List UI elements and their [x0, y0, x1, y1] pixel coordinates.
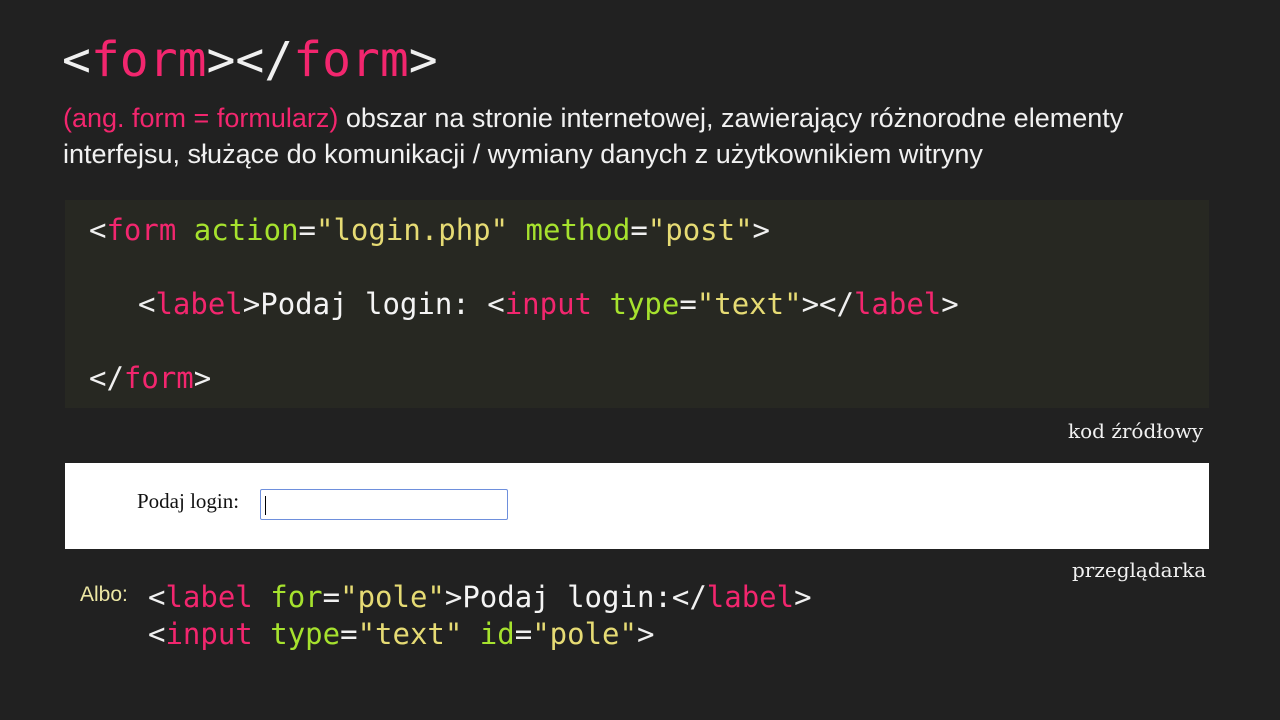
slide: <form></form> (ang. form = formularz) ob… [0, 0, 1280, 720]
code-block: <form action="login.php" method="post"> … [65, 200, 1209, 408]
code-tag-input: input [165, 617, 253, 651]
description-accent: (ang. form = formularz) [63, 103, 339, 133]
alt-code-line-2: <input type="text" id="pole"> [148, 616, 654, 652]
page-title: <form></form> [62, 30, 438, 90]
alt-code-line-1: <label for="pole">Podaj login:</label> [148, 579, 812, 615]
code-token: > [636, 617, 655, 651]
code-token: = [630, 213, 648, 247]
browser-preview: Podaj login: [65, 463, 1209, 549]
code-token: = [514, 617, 533, 651]
code-value-type: "text" [696, 287, 802, 321]
code-value-method: "post" [647, 213, 753, 247]
code-token: < [148, 580, 166, 614]
code-label-text: Podaj login: [462, 580, 672, 614]
code-token: > [941, 287, 959, 321]
code-tag-form-close: form [123, 361, 194, 395]
code-tag-label-close: label [853, 287, 942, 321]
code-tag-input: input [504, 287, 593, 321]
code-attr-action: action [193, 213, 299, 247]
title-tag-open: form [90, 32, 207, 88]
code-token: = [322, 580, 341, 614]
code-token: < [89, 213, 107, 247]
code-attr-method: method [525, 213, 631, 247]
code-label-text: Podaj login: [260, 287, 488, 321]
code-line-3: </form> [89, 360, 211, 396]
description: (ang. form = formularz) obszar na stroni… [63, 100, 1233, 172]
code-token: </ [671, 580, 707, 614]
code-tag-label-close: label [706, 580, 795, 614]
code-token: = [679, 287, 697, 321]
code-token: > [444, 580, 463, 614]
code-token: = [298, 213, 317, 247]
title-close-open: ></ [206, 32, 294, 88]
code-token: > [794, 580, 812, 614]
source-code-caption: kod źródłowy [1068, 419, 1204, 443]
code-token: </ [89, 361, 124, 395]
code-value-type: "text" [357, 617, 463, 651]
title-open-bracket: < [62, 32, 91, 88]
code-token: > [193, 361, 212, 395]
login-label: Podaj login: [137, 489, 240, 513]
code-token: ></ [801, 287, 854, 321]
code-token: > [752, 213, 771, 247]
code-tag-label: label [155, 287, 243, 321]
code-token: = [340, 617, 358, 651]
code-line-1: <form action="login.php" method="post"> [89, 212, 770, 248]
login-input[interactable] [260, 489, 508, 520]
title-tag-close: form [293, 32, 409, 88]
browser-caption: przeglądarka [1072, 558, 1207, 582]
code-token: < [138, 287, 156, 321]
code-line-2: <label>Podaj login: <input type="text"><… [138, 286, 959, 322]
code-value-for: "pole" [340, 580, 445, 614]
code-attr-type: type [270, 617, 341, 651]
code-attr-id: id [479, 617, 515, 651]
code-tag-label: label [165, 580, 253, 614]
text-caret [265, 496, 266, 515]
code-attr-type: type [609, 287, 680, 321]
code-tag-form: form [106, 213, 177, 247]
code-token: > [242, 287, 261, 321]
albo-label: Albo: [80, 583, 128, 606]
code-token: < [148, 617, 166, 651]
code-token: < [487, 287, 505, 321]
code-value-id: "pole" [532, 617, 637, 651]
title-close-bracket: > [408, 32, 438, 88]
code-attr-for: for [270, 580, 323, 614]
code-value-action: "login.php" [316, 213, 509, 247]
